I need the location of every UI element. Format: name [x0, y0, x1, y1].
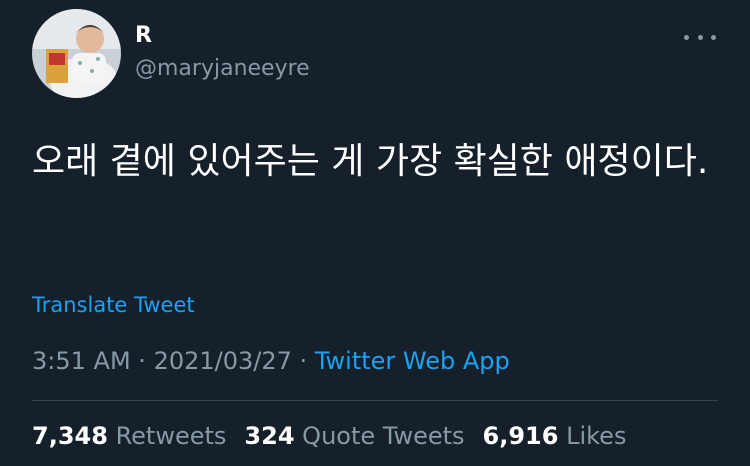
profile-photo-icon [32, 9, 121, 98]
tweet-time[interactable]: 3:51 AM [32, 347, 131, 375]
meta-separator: · [299, 347, 308, 375]
divider [32, 400, 718, 401]
quote-tweets-label: Quote Tweets [302, 422, 465, 450]
display-name[interactable]: R [135, 23, 152, 49]
tweet-meta: 3:51 AM · 2021/03/27 · Twitter Web App [32, 346, 510, 376]
likes-stat[interactable]: 6,916 Likes [483, 421, 627, 451]
more-dot [711, 34, 716, 40]
retweets-stat[interactable]: 7,348 Retweets [32, 421, 226, 451]
quote-tweets-count: 324 [244, 422, 295, 450]
translate-tweet-link[interactable]: Translate Tweet [32, 292, 195, 318]
user-handle[interactable]: @maryjaneeyre [135, 56, 310, 82]
retweets-label: Retweets [115, 422, 227, 450]
retweets-count: 7,348 [32, 422, 108, 450]
quote-tweets-stat[interactable]: 324 Quote Tweets [244, 421, 464, 451]
tweet-date[interactable]: 2021/03/27 [154, 347, 292, 375]
more-dot [684, 34, 689, 40]
meta-separator: · [138, 347, 146, 375]
tweet-source-link[interactable]: Twitter Web App [315, 347, 510, 375]
likes-label: Likes [566, 422, 627, 450]
tweet-text: 오래 곁에 있어주는 게 가장 확실한 애정이다. [32, 141, 709, 182]
likes-count: 6,916 [482, 422, 559, 450]
avatar[interactable] [32, 9, 121, 98]
more-options-icon[interactable] [684, 27, 716, 47]
engagement-stats: 7,348 Retweets 324 Quote Tweets 6,916 Li… [32, 421, 626, 451]
more-dot [697, 34, 703, 40]
